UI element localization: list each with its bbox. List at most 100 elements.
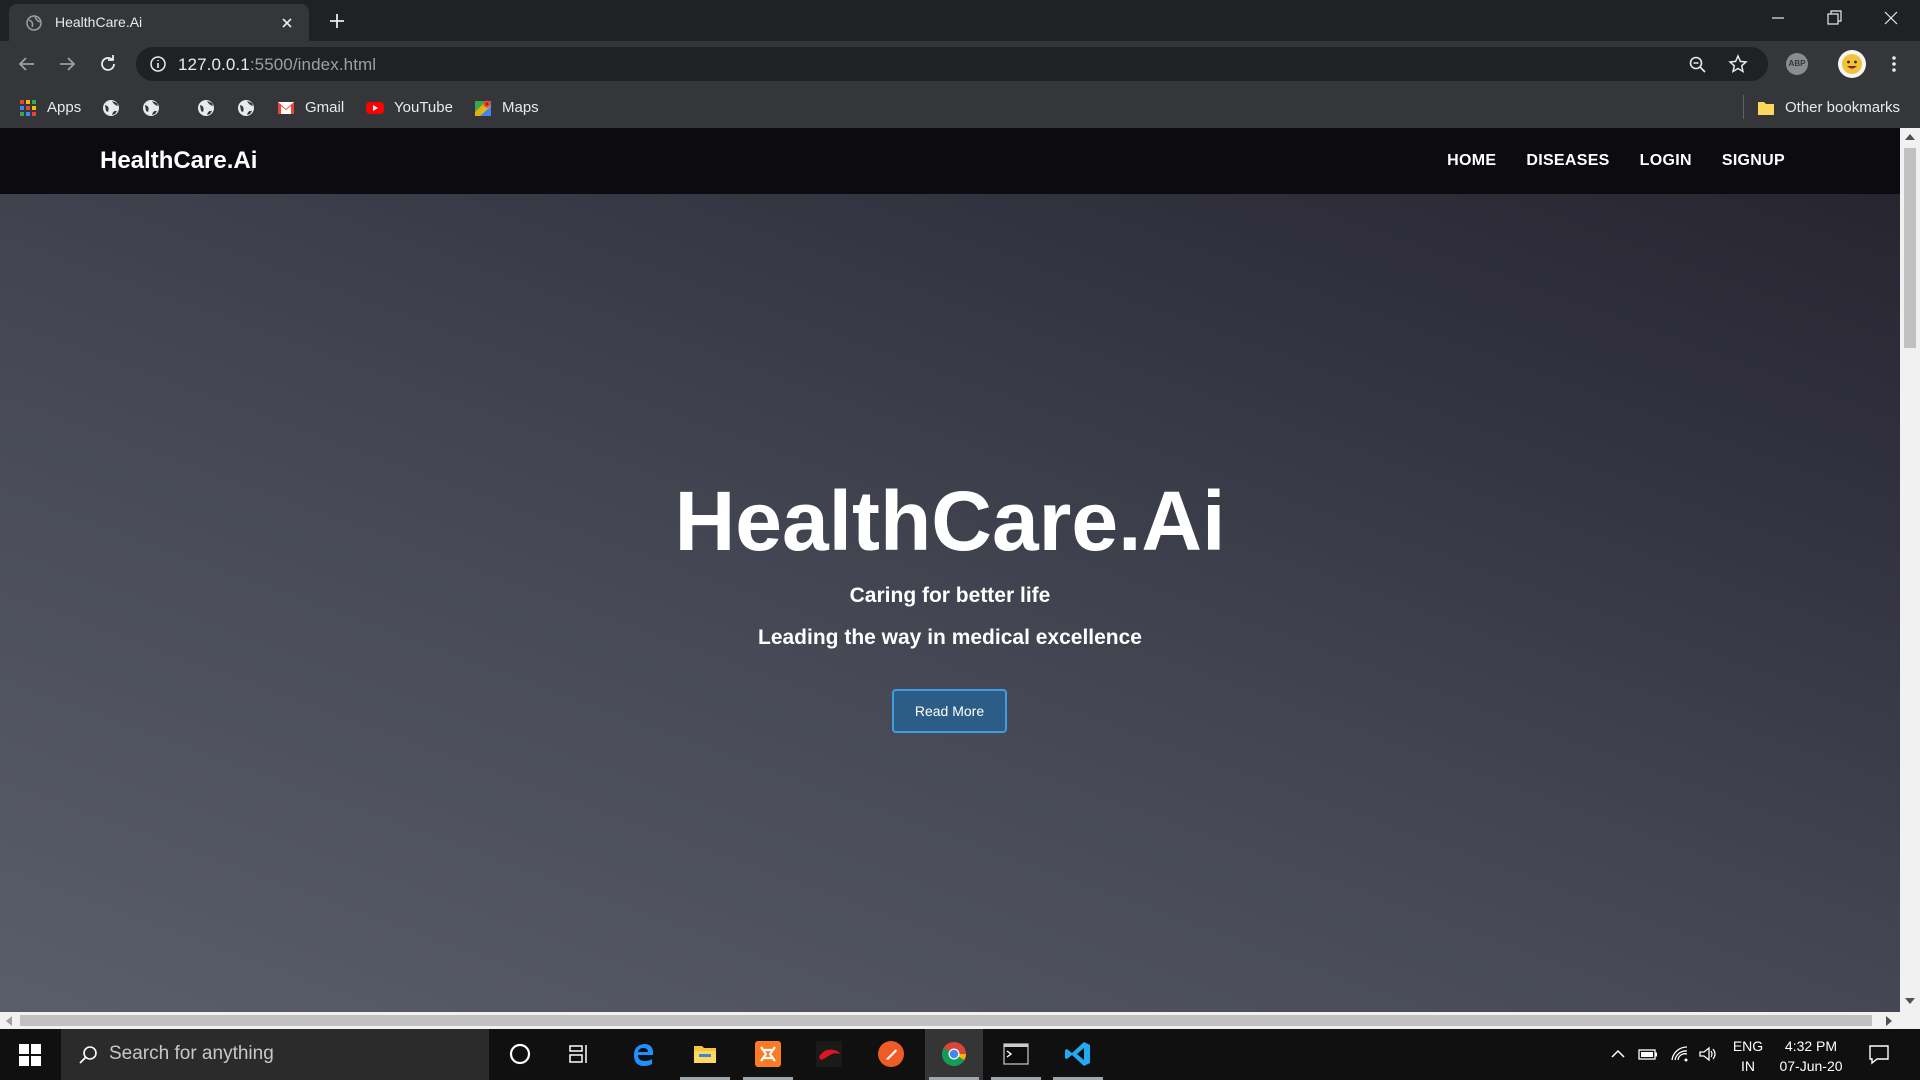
- bookmark-gmail[interactable]: Gmail: [277, 87, 344, 128]
- bookmark-globe-3[interactable]: [197, 87, 225, 128]
- emoji-face-icon: [1842, 54, 1862, 74]
- scroll-left-arrow-icon[interactable]: [6, 1016, 12, 1026]
- kali-taskbar-app[interactable]: [800, 1029, 858, 1080]
- volume-icon[interactable]: [1698, 1044, 1718, 1064]
- site-brand-link[interactable]: HealthCare.Ai: [100, 147, 257, 175]
- start-button[interactable]: [0, 1029, 60, 1080]
- minimize-icon[interactable]: [1768, 8, 1788, 28]
- windows-logo-icon: [19, 1044, 41, 1066]
- bookmarks-bar: Apps Gmail YouTube Maps Other bookmarks: [0, 87, 1920, 128]
- terminal-taskbar-app[interactable]: [987, 1029, 1045, 1080]
- bookmark-label: Gmail: [305, 99, 345, 116]
- nav-login-link[interactable]: LOGIN: [1640, 152, 1692, 170]
- postman-taskbar-app[interactable]: [862, 1029, 920, 1080]
- maps-icon: [475, 100, 491, 116]
- other-bookmarks[interactable]: Other bookmarks: [1757, 87, 1900, 128]
- battery-icon[interactable]: [1638, 1044, 1658, 1064]
- new-tab-icon[interactable]: [327, 11, 347, 31]
- globe-icon: [103, 99, 119, 116]
- language-code: ENG: [1732, 1038, 1764, 1054]
- bookmark-globe-1[interactable]: [102, 87, 130, 128]
- bookmark-globe-2[interactable]: [142, 87, 170, 128]
- site-nav-links: HOME DISEASES LOGIN SIGNUP: [1417, 152, 1785, 170]
- youtube-icon: [366, 101, 384, 114]
- chrome-icon: [942, 1042, 966, 1067]
- globe-icon: [238, 99, 254, 116]
- info-icon[interactable]: [149, 55, 167, 73]
- windows-taskbar: Search for anything ENG IN 4:32 PM 07-Ju…: [0, 1029, 1920, 1080]
- clock-time: 4:32 PM: [1784, 1038, 1838, 1054]
- bookmark-maps[interactable]: Maps: [474, 87, 539, 128]
- menu-kebab-icon[interactable]: [1884, 54, 1904, 74]
- hero-subtitle-1: Caring for better life: [849, 584, 1051, 607]
- folder-icon: [694, 1046, 716, 1063]
- bookmark-label: Apps: [47, 99, 82, 116]
- other-bookmarks-label: Other bookmarks: [1785, 99, 1901, 116]
- horizontal-scroll-thumb[interactable]: [20, 1015, 1872, 1026]
- reload-icon[interactable]: [97, 53, 119, 75]
- region-code: IN: [1741, 1058, 1755, 1074]
- action-center-notification-icon[interactable]: [1868, 1043, 1890, 1065]
- tab-title: HealthCare.Ai: [55, 14, 143, 30]
- cortana-circle-icon: [509, 1043, 531, 1065]
- browser-toolbar: 127.0.0.1:5500/index.html ABP: [0, 41, 1920, 87]
- horizontal-scrollbar[interactable]: [0, 1012, 1920, 1029]
- hero-title: HealthCare.Ai: [674, 474, 1226, 568]
- search-placeholder: Search for anything: [109, 1043, 274, 1064]
- zoom-icon[interactable]: [1688, 55, 1707, 74]
- task-view-button[interactable]: [550, 1029, 608, 1080]
- browser-tab[interactable]: HealthCare.Ai: [9, 4, 309, 41]
- taskbar-search-box[interactable]: Search for anything: [61, 1029, 489, 1080]
- nav-diseases-link[interactable]: DISEASES: [1526, 152, 1609, 170]
- show-hidden-icons-chevron-icon[interactable]: [1608, 1044, 1628, 1064]
- dragon-icon: [816, 1041, 842, 1067]
- scroll-up-arrow-icon[interactable]: [1905, 134, 1915, 140]
- apps-grid-icon: [20, 99, 36, 116]
- edge-taskbar-app[interactable]: [615, 1029, 673, 1080]
- globe-icon: [143, 99, 159, 116]
- url-text: 127.0.0.1:5500/index.html: [178, 55, 376, 75]
- adblock-extension-icon[interactable]: ABP: [1786, 53, 1808, 75]
- bookmark-apps[interactable]: Apps: [19, 87, 81, 128]
- browser-tab-strip: HealthCare.Ai: [0, 0, 1920, 41]
- input-language-indicator[interactable]: ENG IN: [1730, 1036, 1766, 1076]
- url-host: 127.0.0.1: [178, 55, 250, 74]
- xampp-taskbar-app[interactable]: [739, 1029, 797, 1080]
- profile-avatar[interactable]: [1838, 50, 1866, 78]
- folder-icon: [1758, 101, 1774, 115]
- vertical-scroll-thumb[interactable]: [1904, 148, 1916, 348]
- file-explorer-taskbar-app[interactable]: [676, 1029, 734, 1080]
- vscode-taskbar-app[interactable]: [1049, 1029, 1107, 1080]
- bookmark-globe-4[interactable]: [237, 87, 265, 128]
- close-window-icon[interactable]: [1881, 8, 1901, 28]
- back-icon[interactable]: [16, 53, 38, 75]
- xampp-icon: [755, 1041, 781, 1067]
- terminal-icon: [1003, 1043, 1029, 1065]
- edge-browser-icon: [634, 1044, 654, 1066]
- restore-icon[interactable]: [1824, 8, 1844, 28]
- close-tab-icon[interactable]: [279, 15, 295, 31]
- vscode-icon: [1065, 1042, 1090, 1066]
- postman-icon: [878, 1041, 904, 1067]
- wifi-icon[interactable]: [1670, 1044, 1690, 1064]
- globe-icon: [198, 99, 214, 116]
- forward-icon[interactable]: [56, 53, 78, 75]
- address-bar[interactable]: 127.0.0.1:5500/index.html: [136, 47, 1768, 81]
- cortana-button[interactable]: [491, 1029, 549, 1080]
- bookmark-youtube[interactable]: YouTube: [366, 87, 453, 128]
- gmail-icon: [278, 101, 294, 114]
- read-more-button[interactable]: Read More: [892, 689, 1007, 733]
- bookmark-star-icon[interactable]: [1728, 54, 1748, 74]
- task-view-icon: [569, 1045, 587, 1063]
- scroll-right-arrow-icon[interactable]: [1886, 1016, 1892, 1026]
- hero-section: HealthCare.Ai HOME DISEASES LOGIN SIGNUP…: [0, 128, 1900, 1012]
- nav-home-link[interactable]: HOME: [1447, 152, 1496, 170]
- scroll-down-arrow-icon[interactable]: [1905, 998, 1915, 1004]
- hero-subtitle-2: Leading the way in medical excellence: [758, 626, 1142, 649]
- nav-signup-link[interactable]: SIGNUP: [1722, 152, 1785, 170]
- vertical-scrollbar[interactable]: [1900, 128, 1920, 1012]
- chrome-taskbar-app[interactable]: [925, 1029, 983, 1080]
- system-clock[interactable]: 4:32 PM 07-Jun-20: [1773, 1036, 1849, 1076]
- bookmarks-divider: [1743, 95, 1744, 119]
- bookmark-label: Maps: [502, 99, 539, 116]
